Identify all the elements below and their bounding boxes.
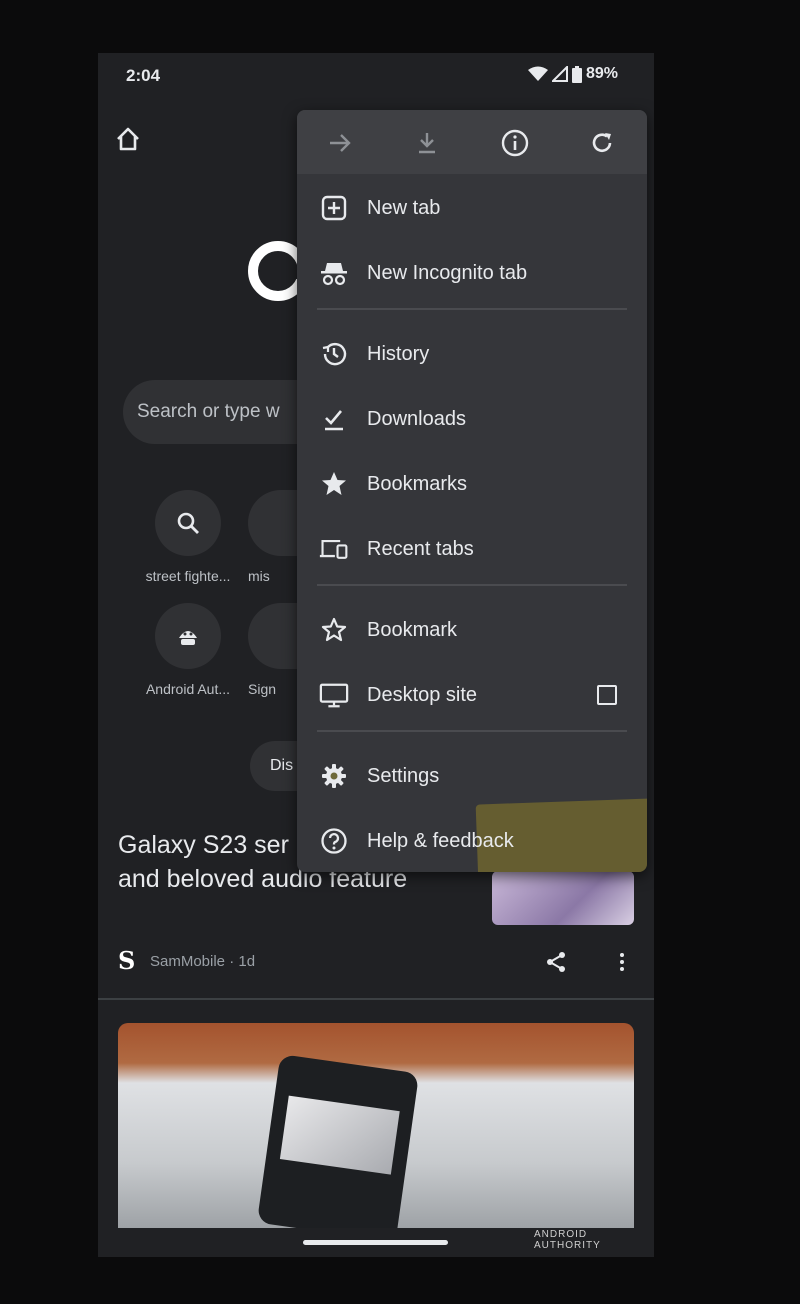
menu-toolbar xyxy=(297,110,647,174)
feed-divider xyxy=(98,998,654,1000)
bookmarks-icon xyxy=(319,469,349,499)
menu-item-label: Settings xyxy=(367,764,440,787)
menu-item-downloads[interactable]: Downloads xyxy=(297,387,647,451)
menu-item-new-tab[interactable]: New tab xyxy=(297,176,647,240)
menu-item-label: Desktop site xyxy=(367,683,478,706)
desktop-site-checkbox[interactable] xyxy=(597,685,617,705)
search-placeholder: Search or type w xyxy=(137,401,280,422)
search-icon xyxy=(177,512,199,534)
more-vert-icon xyxy=(620,953,624,971)
discover-label: Dis xyxy=(270,757,294,774)
menu-item-desktop-site[interactable]: Desktop site xyxy=(297,663,647,727)
source-logo: S xyxy=(118,946,136,975)
share-icon xyxy=(547,952,565,972)
shortcut-tile[interactable]: street fighte... xyxy=(133,490,243,584)
shortcut-tile[interactable]: Android Aut... xyxy=(133,603,243,697)
menu-separator xyxy=(317,308,627,310)
shortcut-label: Android Aut... xyxy=(145,681,231,697)
menu-item-label: History xyxy=(367,342,430,365)
menu-separator xyxy=(317,584,627,586)
gear-icon xyxy=(319,761,349,791)
signal-icon xyxy=(551,66,568,82)
page-info-button[interactable] xyxy=(500,128,530,158)
phone-photo xyxy=(256,1054,420,1228)
menu-item-label: Bookmark xyxy=(367,618,458,641)
shortcut-circle xyxy=(155,603,221,669)
menu-item-recent-tabs[interactable]: Recent tabs xyxy=(297,517,647,581)
forward-icon xyxy=(330,134,351,152)
menu-item-new-incognito-tab[interactable]: New Incognito tab xyxy=(297,241,647,305)
shortcut-circle xyxy=(248,603,298,669)
shortcut-tile[interactable]: Sign xyxy=(248,603,298,697)
shortcut-tile[interactable]: mis xyxy=(248,490,298,584)
shortcut-label: Sign xyxy=(248,681,277,697)
overflow-menu: New tab New Incognito tab History Downlo… xyxy=(297,110,647,872)
menu-item-label: Help & feedback xyxy=(367,829,514,852)
menu-item-bookmarks[interactable]: Bookmarks xyxy=(297,452,647,516)
menu-item-label: Downloads xyxy=(367,407,466,430)
watermark: ANDROID AUTHORITY xyxy=(534,1229,601,1251)
info-icon xyxy=(501,129,529,157)
source-text: SamMobile · 1d xyxy=(150,952,256,970)
article-source: S SamMobile · 1d xyxy=(118,946,256,975)
shortcut-label: street fighte... xyxy=(145,568,231,584)
menu-item-bookmark[interactable]: Bookmark xyxy=(297,598,647,662)
article-more-button[interactable] xyxy=(610,950,634,974)
shortcut-circle xyxy=(248,490,298,556)
shortcut-label: mis xyxy=(248,568,270,584)
incognito-icon xyxy=(319,258,349,288)
gesture-nav-bar[interactable] xyxy=(303,1240,448,1245)
desktop-icon xyxy=(319,680,349,710)
home-icon xyxy=(117,127,139,151)
article-image[interactable] xyxy=(118,1023,634,1228)
phone-screen: 2:04 89% Search or type w street fighte.… xyxy=(98,53,654,1257)
new-tab-icon xyxy=(319,193,349,223)
home-button[interactable] xyxy=(112,123,144,155)
bookmark-star-icon xyxy=(319,615,349,645)
menu-item-settings[interactable]: Settings xyxy=(297,744,647,808)
menu-item-label: New tab xyxy=(367,196,441,219)
menu-item-label: Recent tabs xyxy=(367,537,474,560)
refresh-icon xyxy=(592,133,612,152)
download-page-button[interactable] xyxy=(412,128,442,158)
share-button[interactable] xyxy=(544,950,568,974)
history-icon xyxy=(319,339,349,369)
article-thumbnail[interactable] xyxy=(492,871,634,925)
downloads-icon xyxy=(319,404,349,434)
status-time: 2:04 xyxy=(126,66,161,85)
status-right: 89% xyxy=(527,65,618,83)
shortcut-circle xyxy=(155,490,221,556)
forward-button[interactable] xyxy=(325,128,355,158)
wifi-icon xyxy=(527,66,548,81)
menu-item-label: Bookmarks xyxy=(367,472,468,495)
menu-item-help-feedback[interactable]: Help & feedback xyxy=(297,809,647,872)
help-icon xyxy=(319,826,349,856)
menu-item-history[interactable]: History xyxy=(297,322,647,386)
menu-separator xyxy=(317,730,627,732)
battery-icon xyxy=(571,65,582,83)
battery-percent: 89% xyxy=(585,65,618,82)
download-icon xyxy=(419,133,435,154)
status-bar: 2:04 89% xyxy=(98,53,654,97)
android-authority-icon xyxy=(179,631,197,645)
menu-item-label: New Incognito tab xyxy=(367,261,528,284)
recent-tabs-icon xyxy=(319,534,349,564)
refresh-button[interactable] xyxy=(587,128,617,158)
